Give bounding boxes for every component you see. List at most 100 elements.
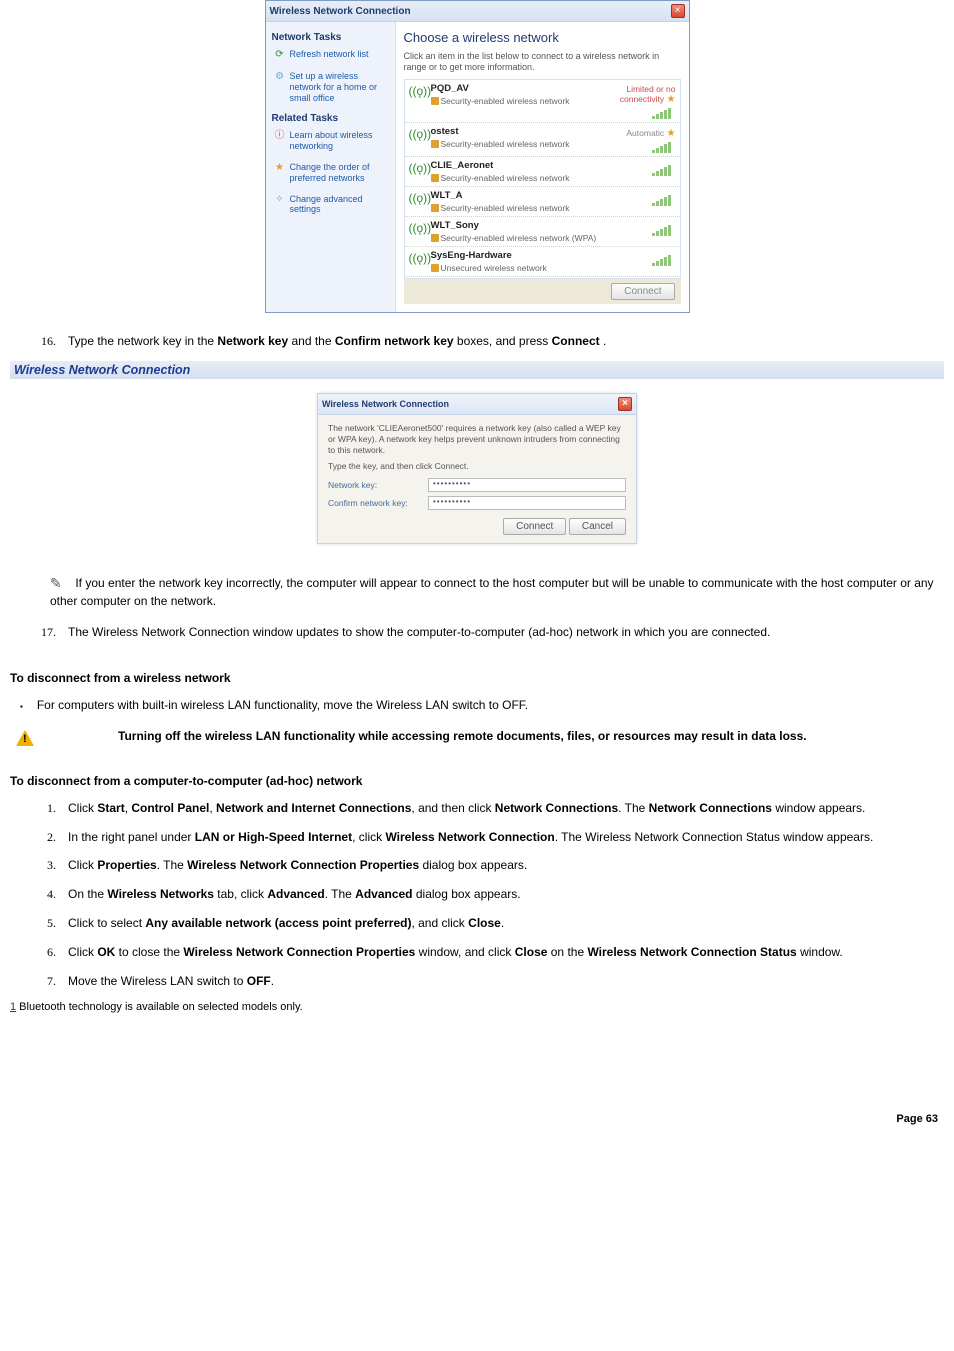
adhoc-step-1: 1. Click Start, Control Panel, Network a… — [38, 800, 944, 817]
key-dialog-desc1: The network 'CLIEAeronet500' requires a … — [328, 423, 626, 455]
key-dialog-titlebar: Wireless Network Connection × — [318, 394, 636, 415]
main-panel: Choose a wireless network Click an item … — [396, 22, 689, 312]
adhoc-step-6: 6. Click OK to close the Wireless Networ… — [38, 944, 944, 961]
sidebar-item-label: Change the order of preferred networks — [290, 162, 389, 184]
signal-bars-icon — [652, 107, 676, 119]
network-row[interactable]: ((ǫ)) WLT_Sony Security-enabled wireless … — [405, 217, 680, 247]
network-security: Unsecured wireless network — [431, 263, 602, 273]
sidebar-item-label: Set up a wireless network for a home or … — [290, 71, 389, 103]
step-text: Click Start, Control Panel, Network and … — [68, 800, 944, 817]
network-row[interactable]: ((ǫ))CLIE_Aeronet Security-enabled wirel… — [405, 157, 680, 187]
warning-icon: ! — [16, 730, 34, 746]
step-number: 4. — [38, 886, 56, 903]
network-name: ostest — [431, 126, 602, 137]
sidebar-order[interactable]: ★ Change the order of preferred networks — [274, 162, 389, 184]
page-number: Page 63 — [10, 1113, 944, 1125]
network-list: ((ǫ)) PQD_AV Security-enabled wireless ne… — [404, 79, 681, 279]
network-name: PQD_AV — [431, 83, 602, 94]
adhoc-step-5: 5. Click to select Any available network… — [38, 915, 944, 932]
cancel-button[interactable]: Cancel — [569, 518, 626, 535]
network-key-label: Network key: — [328, 480, 428, 490]
network-name: WLT_Sony — [431, 220, 602, 231]
network-security: Security-enabled wireless network — [431, 96, 602, 106]
step-text: Click to select Any available network (a… — [68, 915, 944, 932]
close-icon[interactable]: × — [618, 397, 632, 411]
wifi-icon: ((ǫ)) — [409, 220, 427, 234]
bullet-icon: ▪ — [20, 701, 23, 714]
network-row[interactable]: ((ǫ)) WLT_A Security-enabled wireless net… — [405, 187, 680, 217]
network-status: Limited or no connectivity ★ — [606, 83, 676, 105]
setup-icon: ⚙ — [274, 71, 286, 83]
confirm-key-label: Confirm network key: — [328, 498, 428, 508]
info-icon: ⓘ — [274, 130, 286, 142]
step-text: The Wireless Network Connection window u… — [68, 624, 944, 641]
key-dialog-desc2: Type the key, and then click Connect. — [328, 461, 626, 472]
network-row[interactable]: ((ǫ))SysEng-Hardware Unsecured wireless … — [405, 247, 680, 277]
step-number: 1. — [38, 800, 56, 817]
dialog-title: Wireless Network Connection — [270, 6, 671, 17]
confirm-key-input[interactable]: •••••••••• — [428, 496, 626, 510]
sidebar-header-tasks: Network Tasks — [272, 32, 389, 43]
sidebar-item-label: Refresh network list — [290, 49, 369, 60]
disconnect-adhoc-heading: To disconnect from a computer-to-compute… — [10, 774, 944, 788]
step-number: 5. — [38, 915, 56, 932]
network-name: WLT_A — [431, 190, 602, 201]
main-description: Click an item in the list below to conne… — [404, 51, 681, 73]
step-text: Type the network key in the Network key … — [68, 333, 944, 350]
note: ✎ If you enter the network key incorrect… — [50, 574, 944, 610]
network-key-input[interactable]: •••••••••• — [428, 478, 626, 492]
network-status — [606, 220, 676, 222]
step-text: Move the Wireless LAN switch to OFF. — [68, 973, 944, 990]
shield-icon — [431, 234, 439, 242]
step-number: 16. — [38, 333, 56, 350]
shield-icon — [431, 174, 439, 182]
connect-button[interactable]: Connect — [503, 518, 566, 535]
sidebar-setup[interactable]: ⚙ Set up a wireless network for a home o… — [274, 71, 389, 103]
close-icon[interactable]: × — [671, 4, 685, 18]
footnote-text: Bluetooth technology is available on sel… — [16, 1001, 303, 1013]
sidebar-header-related: Related Tasks — [272, 113, 389, 124]
signal-bars-icon — [652, 164, 676, 176]
sidebar-refresh[interactable]: ⟳ Refresh network list — [274, 49, 389, 61]
wireless-chooser-dialog: Wireless Network Connection × Network Ta… — [265, 0, 690, 313]
sidebar-item-label: Learn about wireless networking — [290, 130, 389, 152]
wifi-icon: ((ǫ)) — [409, 126, 427, 140]
wifi-icon: ((ǫ)) — [409, 190, 427, 204]
shield-icon — [431, 140, 439, 148]
step-text-bold: Connect — [552, 334, 600, 348]
network-row[interactable]: ((ǫ))PQD_AV Security-enabled wireless ne… — [405, 80, 680, 123]
adhoc-step-3: 3. Click Properties. The Wireless Networ… — [38, 857, 944, 874]
signal-bars-icon — [652, 141, 676, 153]
sidebar-item-label: Change advanced settings — [290, 194, 389, 216]
step-text: Click OK to close the Wireless Network C… — [68, 944, 944, 961]
connect-button[interactable]: Connect — [611, 283, 674, 300]
bullet-row: ▪ For computers with built-in wireless L… — [20, 697, 944, 714]
pencil-icon: ✎ — [50, 574, 70, 594]
step-number: 2. — [38, 829, 56, 846]
network-name: SysEng-Hardware — [431, 250, 602, 261]
network-security: Security-enabled wireless network (WPA) — [431, 233, 602, 243]
step-number: 6. — [38, 944, 56, 961]
network-security: Security-enabled wireless network — [431, 203, 602, 213]
network-row[interactable]: ((ǫ)) ostest Security-enabled wireless ne… — [405, 123, 680, 157]
step-text: Click Properties. The Wireless Network C… — [68, 857, 944, 874]
step-text-bold: Network key — [217, 334, 288, 348]
network-security: Security-enabled wireless network — [431, 139, 602, 149]
step-text: In the right panel under LAN or High-Spe… — [68, 829, 944, 846]
signal-bars-icon — [652, 254, 676, 266]
adhoc-step-7: 7. Move the Wireless LAN switch to OFF. — [38, 973, 944, 990]
step-text-part: . — [603, 334, 606, 348]
step-number: 7. — [38, 973, 56, 990]
sidebar-advanced[interactable]: ✧ Change advanced settings — [274, 194, 389, 216]
network-security: Security-enabled wireless network — [431, 173, 602, 183]
wifi-icon: ((ǫ)) — [409, 160, 427, 174]
sidebar: Network Tasks ⟳ Refresh network list ⚙ S… — [266, 22, 396, 312]
disconnect-heading: To disconnect from a wireless network — [10, 671, 944, 685]
sidebar-learn[interactable]: ⓘ Learn about wireless networking — [274, 130, 389, 152]
step-number: 17. — [38, 624, 56, 641]
refresh-icon: ⟳ — [274, 49, 286, 61]
star-icon: ★ — [667, 94, 676, 105]
network-status — [606, 250, 676, 252]
network-status — [606, 190, 676, 192]
shield-icon — [431, 97, 439, 105]
